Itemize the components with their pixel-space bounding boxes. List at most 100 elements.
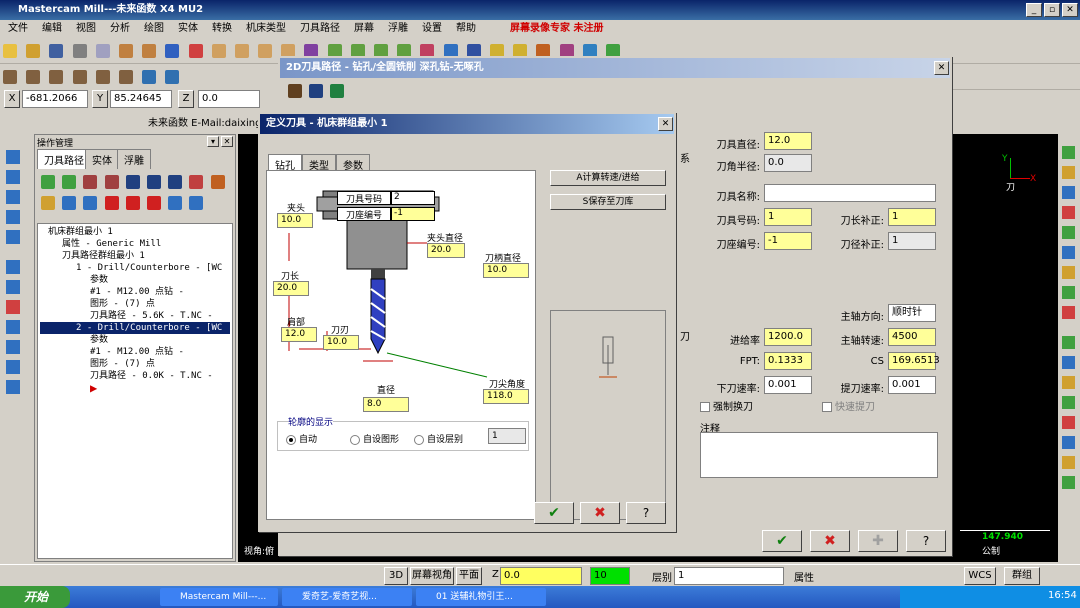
menu-edit[interactable]: 编辑 xyxy=(42,20,62,38)
layer-select[interactable]: 1 xyxy=(674,567,784,585)
dialog-help-button[interactable]: ? xyxy=(906,530,946,552)
tool-name-input[interactable] xyxy=(764,184,936,202)
lock-icon[interactable] xyxy=(41,196,55,210)
rectangle-icon[interactable] xyxy=(118,70,133,84)
verify-icon-2[interactable] xyxy=(146,175,161,189)
taskbar-item-mastercam[interactable]: Mastercam Mill---... xyxy=(160,588,278,606)
toggle-display-icon[interactable] xyxy=(62,196,77,210)
tool-icon-4[interactable] xyxy=(6,210,20,224)
shank-dia-input[interactable]: 10.0 xyxy=(483,263,529,278)
tip-angle-input[interactable]: 118.0 xyxy=(483,389,529,404)
shoulder-input[interactable]: 12.0 xyxy=(281,327,317,342)
tree-op1-params[interactable]: 参数 xyxy=(40,274,230,286)
radio-auto[interactable]: 自动 xyxy=(286,432,317,445)
menu-analyze[interactable]: 分析 xyxy=(110,20,130,38)
tool-icon-2[interactable] xyxy=(6,170,20,184)
r-icon-12[interactable] xyxy=(1062,376,1075,389)
attributes-label[interactable]: 属性 xyxy=(794,569,814,584)
tree-op2-tool[interactable]: #1 - M12.00 点钻 - xyxy=(40,346,230,358)
chuck-dia-input[interactable]: 20.0 xyxy=(427,243,465,258)
line-icon[interactable] xyxy=(26,70,41,84)
r-icon-7[interactable] xyxy=(1062,266,1075,279)
r-icon-4[interactable] xyxy=(1062,206,1075,219)
undo-icon[interactable] xyxy=(118,44,133,58)
spindle-dir-select[interactable]: 顺时针 xyxy=(888,304,936,322)
menu-machine-type[interactable]: 机床类型 xyxy=(246,20,286,38)
start-button[interactable]: 开始 xyxy=(0,586,70,608)
dialog-add-button[interactable]: ✚ xyxy=(858,530,898,552)
fpt-input[interactable]: 0.1333 xyxy=(764,352,812,370)
regenerate-dirty-icon[interactable] xyxy=(104,175,119,189)
taskbar-item-video[interactable]: 01 送辅礼物引王... xyxy=(416,588,546,606)
r-icon-9[interactable] xyxy=(1062,306,1075,319)
r-icon-3[interactable] xyxy=(1062,186,1075,199)
r-icon-6[interactable] xyxy=(1062,246,1075,259)
feed-rate-input[interactable]: 1200.0 xyxy=(764,328,812,346)
tree-properties[interactable]: 属性 - Generic Mill xyxy=(40,238,230,250)
r-icon-16[interactable] xyxy=(1062,456,1075,469)
zoom-out-icon[interactable] xyxy=(258,44,273,58)
spindle-speed-input[interactable]: 4500 xyxy=(888,328,936,346)
length-comp-input[interactable]: 1 xyxy=(888,208,936,226)
zoom-window-icon[interactable] xyxy=(234,44,249,58)
tree-op2[interactable]: 2 - Drill/Counterbore - [WC xyxy=(40,322,230,334)
holder-number-input[interactable]: -1 xyxy=(764,232,812,250)
menu-file[interactable]: 文件 xyxy=(8,20,28,38)
r-icon-14[interactable] xyxy=(1062,416,1075,429)
r-icon-2[interactable] xyxy=(1062,166,1075,179)
menu-settings[interactable]: 设置 xyxy=(422,20,442,38)
groups-button[interactable]: 群组 xyxy=(1004,567,1040,585)
select-invalid-icon[interactable] xyxy=(62,175,77,189)
tool-icon-7[interactable] xyxy=(6,280,20,294)
point-icon[interactable] xyxy=(3,70,17,84)
scroll-icon[interactable] xyxy=(168,196,183,210)
rapid-retract-checkbox[interactable]: 快速提刀 xyxy=(822,398,875,413)
corner-radius-input[interactable]: 0.0 xyxy=(764,154,812,172)
menu-screen[interactable]: 屏幕 xyxy=(354,20,374,38)
force-toolchange-checkbox[interactable]: 强制换刀 xyxy=(700,398,753,413)
define-tool-close-icon[interactable]: ✕ xyxy=(658,117,673,131)
menu-solids[interactable]: 实体 xyxy=(178,20,198,38)
open-file-icon[interactable] xyxy=(26,44,41,58)
panel-close-icon[interactable]: ✕ xyxy=(221,136,233,147)
menu-view[interactable]: 视图 xyxy=(76,20,96,38)
r-icon-8[interactable] xyxy=(1062,286,1075,299)
diagram-holder-number[interactable]: -1 xyxy=(391,207,435,221)
close-icon[interactable]: ✕ xyxy=(1062,3,1078,17)
plunge-rate-input[interactable]: 0.001 xyxy=(764,376,812,394)
tool-icon-10[interactable] xyxy=(6,340,20,354)
wcs-button[interactable]: WCS xyxy=(964,567,996,585)
move-down-icon[interactable] xyxy=(104,196,119,210)
minimize-icon[interactable]: _ xyxy=(1026,3,1042,17)
trim-icon[interactable] xyxy=(142,70,157,84)
menu-art[interactable]: 浮雕 xyxy=(388,20,408,38)
r-icon-10[interactable] xyxy=(1062,336,1075,349)
dialog-ok-button[interactable]: ✔ xyxy=(762,530,802,552)
maximize-icon[interactable]: ▫ xyxy=(1044,3,1060,17)
layer-input[interactable]: 1 xyxy=(488,428,526,444)
drill-tool-icon[interactable] xyxy=(288,84,302,98)
tree-op1-geometry[interactable]: 图形 - (7) 点 xyxy=(40,298,230,310)
tool-number-input[interactable]: 1 xyxy=(764,208,812,226)
tree-machine-group[interactable]: 机床群组最小 1 xyxy=(40,226,230,238)
tab-toolpaths[interactable]: 刀具路径 xyxy=(37,149,91,169)
delete-icon[interactable] xyxy=(188,44,203,58)
calc-speed-feed-button[interactable]: A计算转速/进给 xyxy=(550,170,666,186)
tool-icon-12[interactable] xyxy=(6,380,20,394)
radio-custom-shape[interactable]: 自设图形 xyxy=(350,432,399,445)
tree-op2-params[interactable]: 参数 xyxy=(40,334,230,346)
tool-icon-9[interactable] xyxy=(6,320,20,334)
print-icon[interactable] xyxy=(72,44,87,58)
chuck-input[interactable]: 10.0 xyxy=(277,213,313,228)
tree-op2-geometry[interactable]: 图形 - (7) 点 xyxy=(40,358,230,370)
link-icon[interactable] xyxy=(189,196,204,210)
notes-textarea[interactable] xyxy=(700,432,938,478)
highfeed-icon[interactable] xyxy=(189,175,204,189)
dialog-cancel-button[interactable]: ✖ xyxy=(810,530,850,552)
toggle-post-icon[interactable] xyxy=(83,196,98,210)
3d-button[interactable]: 3D xyxy=(384,567,408,585)
break-icon[interactable] xyxy=(165,70,180,84)
backplot-icon[interactable] xyxy=(125,175,140,189)
y-coordinate-input[interactable]: 85.24645 xyxy=(110,90,172,108)
fillet-icon[interactable] xyxy=(72,70,87,84)
